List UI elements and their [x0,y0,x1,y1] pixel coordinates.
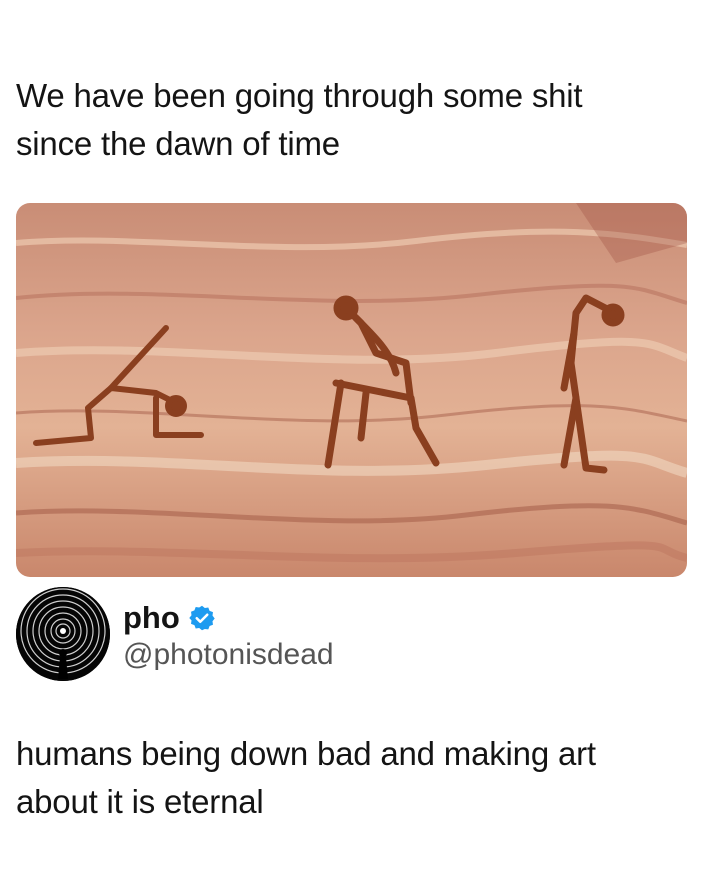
post-text: humans being down bad and making art abo… [16,730,676,826]
meme-caption: We have been going through some shit sin… [16,72,676,168]
post-text-line-2: about it is eternal [16,783,264,820]
display-name[interactable]: pho [123,600,216,636]
verified-badge-icon [188,604,216,632]
avatar[interactable] [16,587,110,681]
display-name-text: pho [123,600,180,635]
cave-painting-image [16,203,687,577]
caption-line-2: since the dawn of time [16,125,340,162]
caption-line-1: We have been going through some shit [16,77,583,114]
user-handle[interactable]: @photonisdead [123,637,334,673]
post-text-line-1: humans being down bad and making art [16,735,596,772]
